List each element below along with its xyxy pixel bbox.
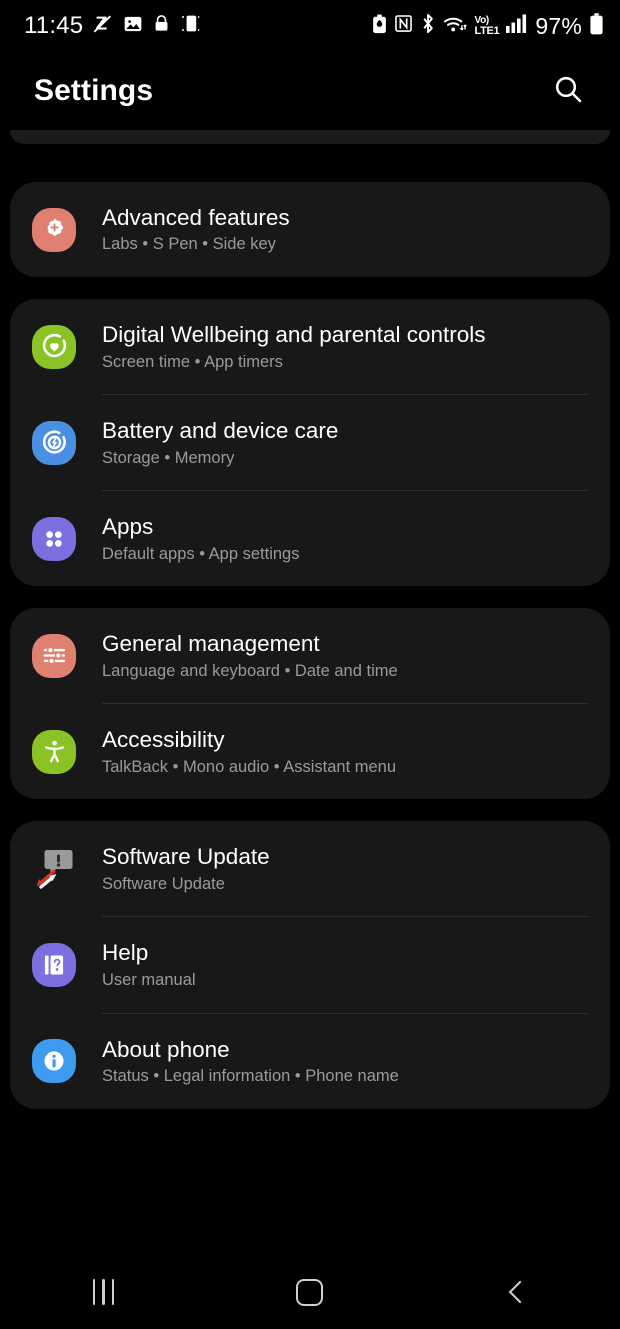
row-title: Battery and device care — [102, 418, 339, 444]
help-icon — [32, 942, 76, 987]
battery-percent-label: 97% — [535, 12, 582, 39]
row-subtitle: Screen time • App timers — [102, 352, 283, 371]
row-text: About phone Status • Legal information • … — [102, 1036, 399, 1087]
row-icon-wrap — [32, 847, 76, 891]
settings-row-about-phone[interactable]: About phone Status • Legal information • … — [10, 1014, 610, 1109]
software-update-icon — [32, 847, 76, 891]
home-button[interactable] — [255, 1262, 365, 1322]
row-icon-wrap — [32, 516, 76, 561]
row-subtitle: TalkBack • Mono audio • Assistant menu — [102, 757, 397, 776]
battery-saver-icon — [372, 13, 387, 39]
page-title: Settings — [34, 74, 154, 107]
row-title: General management — [102, 631, 320, 657]
row-icon-wrap — [32, 942, 76, 987]
settings-row-digital-wellbeing[interactable]: Digital Wellbeing and parental controls S… — [10, 299, 610, 394]
digital-wellbeing-icon — [32, 324, 76, 369]
battery-device-care-icon — [32, 420, 76, 465]
row-icon-wrap — [32, 633, 76, 678]
row-title: Digital Wellbeing and parental controls — [102, 322, 486, 348]
volte-icon: Vo) LTE1 — [474, 14, 500, 37]
navigation-bar — [0, 1255, 620, 1329]
row-title: Accessibility — [102, 727, 225, 753]
settings-row-accessibility[interactable]: Accessibility TalkBack • Mono audio • Ass… — [10, 704, 610, 799]
settings-card: Software Update Software Update Help User m… — [10, 821, 610, 1109]
status-bar-clock: 11:45 — [24, 12, 84, 39]
row-title: Software Update — [102, 844, 270, 870]
row-text: Advanced features Labs • S Pen • Side key — [102, 204, 290, 255]
row-icon-wrap — [32, 420, 76, 465]
gallery-image-icon — [123, 14, 143, 39]
search-button[interactable] — [546, 69, 590, 113]
home-icon — [296, 1278, 324, 1306]
status-bar-left: 11:45 — [24, 13, 201, 40]
settings-row-software-update[interactable]: Software Update Software Update — [10, 821, 610, 916]
settings-row-advanced-features[interactable]: Advanced features Labs • S Pen • Side key — [10, 182, 610, 277]
settings-row-battery-device-care[interactable]: Battery and device care Storage • Memory — [10, 395, 610, 490]
previous-card-partial — [10, 130, 610, 144]
page-header: Settings — [0, 52, 620, 130]
row-text: Apps Default apps • App settings — [102, 513, 299, 564]
row-text: Digital Wellbeing and parental controls S… — [102, 321, 486, 372]
bluetooth-icon — [420, 13, 436, 39]
row-icon-wrap — [32, 1039, 76, 1084]
battery-icon — [589, 12, 604, 40]
volte-network-label: LTE1 — [474, 24, 500, 37]
back-button[interactable] — [462, 1262, 572, 1322]
search-icon — [552, 73, 584, 110]
row-text: Accessibility TalkBack • Mono audio • Ass… — [102, 726, 396, 777]
settings-card: Advanced features Labs • S Pen • Side key — [10, 182, 610, 278]
advanced-features-icon — [32, 207, 76, 252]
settings-row-general-management[interactable]: General management Language and keyboard … — [10, 608, 610, 703]
settings-row-help[interactable]: Help User manual — [10, 917, 610, 1012]
row-title: Advanced features — [102, 205, 290, 230]
back-icon — [508, 1280, 531, 1304]
about-phone-icon — [32, 1039, 76, 1084]
row-title: About phone — [102, 1036, 230, 1062]
accessibility-icon — [32, 729, 76, 774]
lock-icon — [152, 13, 171, 39]
settings-row-apps[interactable]: Apps Default apps • App settings — [10, 491, 610, 586]
row-icon-wrap — [32, 207, 76, 252]
volte-top-label: Vo) — [474, 14, 489, 26]
settings-list[interactable]: Advanced features Labs • S Pen • Side key… — [0, 130, 620, 1109]
recents-icon — [92, 1279, 115, 1305]
settings-card: General management Language and keyboard … — [10, 608, 610, 800]
recents-button[interactable] — [48, 1262, 158, 1322]
row-text: Software Update Software Update — [102, 843, 270, 894]
row-subtitle: Status • Legal information • Phone name — [102, 1066, 399, 1085]
row-subtitle: User manual — [102, 970, 196, 989]
row-subtitle: Labs • S Pen • Side key — [102, 235, 276, 254]
row-subtitle: Storage • Memory — [102, 448, 235, 467]
nfc-icon — [394, 14, 413, 38]
row-subtitle: Language and keyboard • Date and time — [102, 661, 398, 680]
row-title: Help — [102, 940, 149, 966]
row-text: General management Language and keyboard … — [102, 630, 398, 681]
row-icon-wrap — [32, 729, 76, 774]
settings-screen: 11:45 Vo) LTE1 97% Settings Advanced fea… — [0, 0, 620, 1329]
screen-mirror-icon — [180, 13, 201, 39]
do-not-disturb-icon — [92, 13, 114, 40]
row-text: Help User manual — [102, 939, 196, 990]
wifi-icon — [443, 14, 468, 39]
settings-card: Digital Wellbeing and parental controls S… — [10, 299, 610, 587]
apps-icon — [32, 516, 76, 561]
row-subtitle: Software Update — [102, 874, 225, 893]
status-bar-right: Vo) LTE1 97% — [372, 12, 604, 40]
row-title: Apps — [102, 514, 154, 540]
status-bar: 11:45 Vo) LTE1 97% — [0, 0, 620, 52]
row-text: Battery and device care Storage • Memory — [102, 417, 338, 468]
row-subtitle: Default apps • App settings — [102, 544, 300, 563]
row-icon-wrap — [32, 324, 76, 369]
signal-bars-icon — [506, 14, 528, 38]
general-management-icon — [32, 633, 76, 678]
